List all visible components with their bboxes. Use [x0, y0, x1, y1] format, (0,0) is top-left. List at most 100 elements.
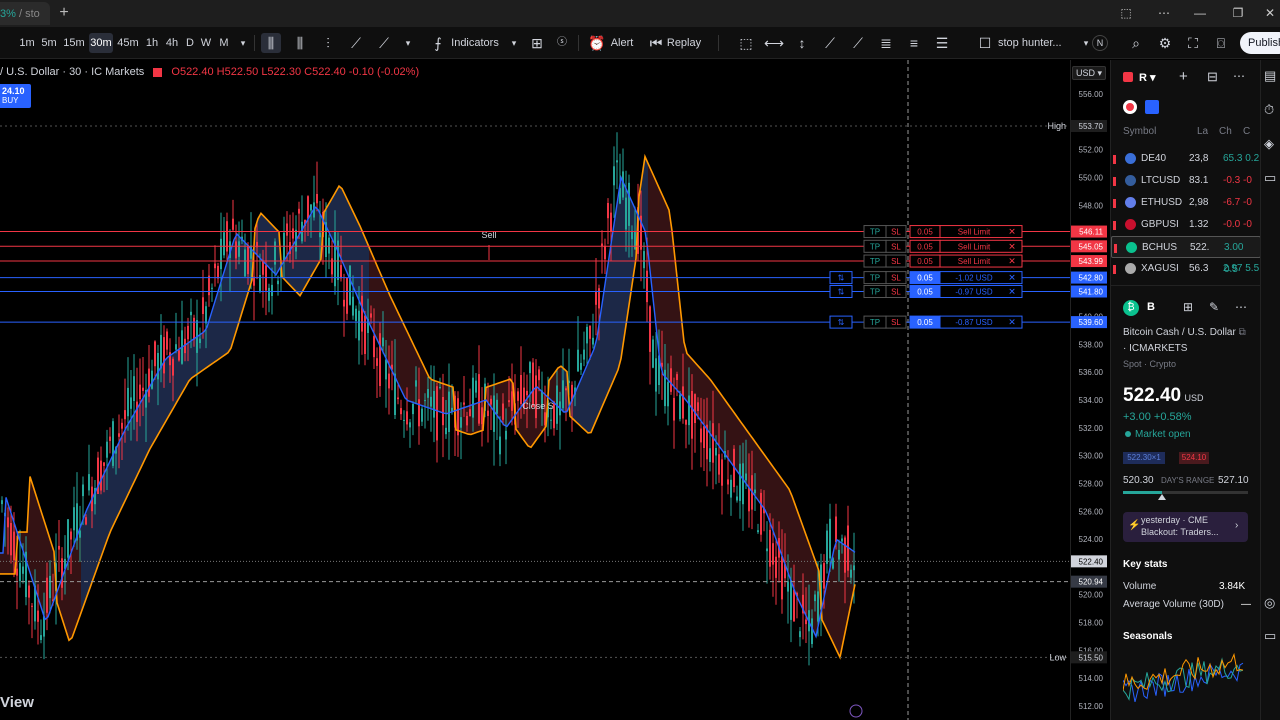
vertical-line-icon[interactable]: ↕: [792, 33, 812, 53]
minimize-icon[interactable]: —: [1190, 4, 1210, 22]
watchlist-row-xagusi[interactable]: XAGUSI 56.3 2.97 5.5: [1111, 258, 1261, 280]
watchlist-row-de40[interactable]: DE40 23,8 65.3 0.2: [1111, 148, 1261, 170]
chevron-down-icon[interactable]: ▾: [398, 33, 418, 53]
alert-button[interactable]: Alert: [607, 33, 637, 53]
browser-tab[interactable]: 3% / sto: [0, 2, 50, 25]
interval-w[interactable]: W: [199, 33, 213, 53]
row-flag-icon[interactable]: [1113, 199, 1116, 208]
news-card[interactable]: ⚡ yesterday · CME Blackout: Traders... ›: [1123, 512, 1248, 542]
price-chart[interactable]: HighLowSellClose STP SL 0.05 Sell Limit ✕TP S…: [0, 60, 1070, 720]
edit-icon[interactable]: ✎: [1209, 300, 1219, 314]
bars-icon[interactable]: ⫼: [290, 33, 310, 53]
more-icon[interactable]: ⋯: [1154, 4, 1174, 22]
exchange-name[interactable]: · ICMARKETS: [1123, 343, 1187, 354]
price-scale[interactable]: 556.00552.00550.00548.00546.00544.00542.…: [1070, 60, 1110, 720]
chevron-down-icon[interactable]: ▾: [504, 33, 524, 53]
flag-icon[interactable]: [153, 67, 163, 77]
watchlist-row-bchus[interactable]: BCHUS 522. 3.00 0.5: [1111, 236, 1261, 275]
indicators-button[interactable]: Indicators: [448, 33, 502, 53]
ask-badge[interactable]: 524.10: [1179, 452, 1209, 464]
column-change-percent[interactable]: C: [1243, 126, 1250, 137]
sidebar-toggle-icon[interactable]: ⬚: [1116, 4, 1136, 22]
replay-icon[interactable]: ⏮: [646, 33, 666, 53]
gear-icon[interactable]: ⚙: [1155, 33, 1175, 53]
watchlist-layout-icon[interactable]: ⊟: [1207, 69, 1218, 85]
fib-tool-icon[interactable]: ≣: [876, 33, 896, 53]
interval-1m[interactable]: 1m: [18, 33, 36, 53]
key-stats-heading[interactable]: Key stats: [1123, 559, 1167, 570]
blue-flag-icon[interactable]: [1145, 100, 1159, 114]
watchlist-title[interactable]: R ▾: [1139, 71, 1156, 84]
area-chart-icon[interactable]: ⟋: [374, 33, 394, 53]
settings-sliders-icon[interactable]: ☰: [932, 33, 952, 53]
add-symbol-icon[interactable]: +: [1179, 68, 1188, 85]
restore-icon[interactable]: ❐: [1228, 4, 1248, 22]
seasonals-chart[interactable]: [1123, 650, 1248, 720]
column-last[interactable]: La: [1197, 126, 1208, 137]
alarm-clock-icon[interactable]: ⏰: [587, 33, 607, 53]
layout-name[interactable]: stop hunter...: [998, 33, 1076, 53]
watchlist-row-ethusd[interactable]: ETHUSD 2,98 -6.7 -0: [1111, 192, 1261, 214]
ray-tool-icon[interactable]: ⟋: [848, 33, 868, 53]
layout-checkbox-icon[interactable]: ☐: [975, 33, 995, 53]
fullscreen-select-icon[interactable]: ⬚: [736, 33, 756, 53]
new-tab-icon[interactable]: +: [56, 4, 72, 22]
publish-button[interactable]: Publish: [1240, 32, 1280, 54]
camera-icon[interactable]: ⌼: [1211, 33, 1231, 53]
interval-30m[interactable]: 30m: [89, 33, 113, 53]
external-link-icon[interactable]: ⧉: [1239, 327, 1246, 338]
column-change[interactable]: Ch: [1219, 126, 1232, 137]
interval-5m[interactable]: 5m: [40, 33, 58, 53]
watchlist-row-gbpusi[interactable]: GBPUSI 1.32 -0.0 -0: [1111, 214, 1261, 236]
row-flag-icon[interactable]: [1113, 177, 1116, 186]
chevron-down-icon[interactable]: ▾: [233, 33, 253, 53]
grid-icon[interactable]: ⊞: [1183, 300, 1193, 314]
interval-1h[interactable]: 1h: [144, 33, 160, 53]
row-flag-icon[interactable]: [1113, 265, 1116, 274]
trend-tool-icon[interactable]: ⟋: [820, 33, 840, 53]
more-icon[interactable]: ⋯: [1235, 300, 1247, 314]
candle-body: [445, 427, 447, 435]
alerts-icon[interactable]: ⏱: [1264, 102, 1274, 118]
interval-4h[interactable]: 4h: [164, 33, 180, 53]
watchlist-flag-icon[interactable]: [1123, 72, 1133, 82]
interval-45m[interactable]: 45m: [117, 33, 139, 53]
templates-icon[interactable]: ⊞: [527, 33, 547, 53]
buy-button[interactable]: 24.10 BUY: [0, 84, 31, 108]
horizontal-line-icon[interactable]: ⟷: [764, 33, 784, 53]
symbol-full-name[interactable]: Bitcoin Cash / U.S. Dollar ⧉: [1123, 327, 1246, 338]
watchlist-icon[interactable]: ▤: [1264, 68, 1276, 84]
replay-button[interactable]: Replay: [666, 33, 702, 53]
interval-m[interactable]: M: [217, 33, 231, 53]
chart-pane[interactable]: High Low Sell Close S TP SL 0.05 Sell Limit ✕ TP S…: [0, 60, 1070, 720]
symbol-description[interactable]: / U.S. Dollar · 30 · IC Markets: [0, 66, 144, 78]
toolbar-divider: [254, 35, 255, 51]
row-flag-icon[interactable]: [1114, 244, 1117, 253]
bid-badge[interactable]: 522.30×1: [1123, 452, 1165, 464]
indicators-icon[interactable]: ⨍: [428, 33, 448, 53]
more-icon[interactable]: ⋯: [1233, 69, 1245, 83]
currency-select[interactable]: USD ▾: [1072, 66, 1106, 80]
row-flag-icon[interactable]: [1113, 221, 1116, 230]
row-flag-icon[interactable]: [1113, 155, 1116, 164]
line-chart-icon[interactable]: ⟋: [346, 33, 366, 53]
parallel-channel-icon[interactable]: ≡: [904, 33, 924, 53]
search-icon[interactable]: ⌕: [1126, 33, 1146, 53]
layout-badge[interactable]: N: [1092, 35, 1108, 51]
column-symbol[interactable]: Symbol: [1123, 126, 1156, 137]
notifications-icon[interactable]: ▭: [1264, 628, 1276, 644]
red-flag-icon[interactable]: [1123, 100, 1137, 114]
interval-d[interactable]: D: [184, 33, 196, 53]
close-icon[interactable]: ✕: [1260, 4, 1280, 22]
watchlist-row-ltcusd[interactable]: LTCUSD 83.1 -0.3 -0: [1111, 170, 1261, 192]
help-icon[interactable]: ◎: [1264, 595, 1275, 611]
fullscreen-icon[interactable]: ⛶: [1183, 33, 1203, 53]
strategy-icon[interactable]: ⓢ: [552, 33, 572, 53]
interval-15m[interactable]: 15m: [63, 33, 85, 53]
layers-icon[interactable]: ◈: [1264, 136, 1274, 152]
candles-icon[interactable]: ⫼: [261, 33, 281, 53]
heikin-ashi-icon[interactable]: ⫶: [318, 33, 338, 53]
chat-icon[interactable]: ▭: [1264, 170, 1276, 186]
seasonals-heading[interactable]: Seasonals: [1123, 631, 1172, 642]
detail-short-name[interactable]: B: [1147, 301, 1155, 313]
